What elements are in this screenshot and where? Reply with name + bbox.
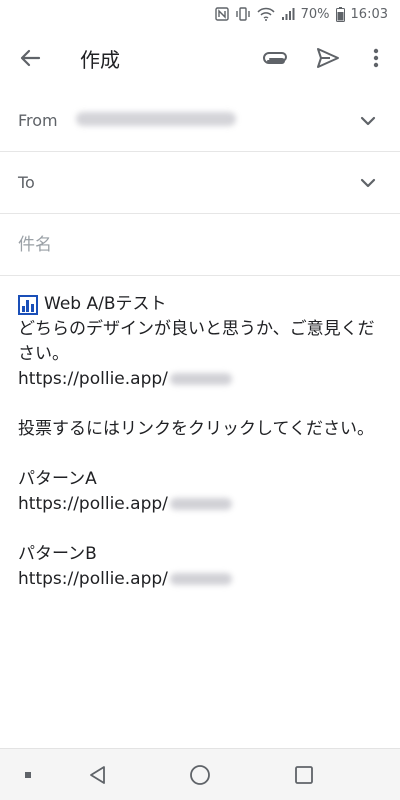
redacted-text xyxy=(169,373,232,385)
app-bar: 作成 xyxy=(0,28,400,88)
home-circle-icon[interactable] xyxy=(186,761,214,789)
body-request-text: どちらのデザインが良いと思うか、ご意見ください。 xyxy=(18,319,375,364)
overview-square-icon[interactable] xyxy=(290,761,318,789)
email-body[interactable]: Web A/Bテスト どちらのデザインが良いと思うか、ご意見ください。 http… xyxy=(18,292,384,592)
paperclip-icon[interactable] xyxy=(262,44,290,72)
redacted-text xyxy=(169,573,232,585)
from-address-redacted xyxy=(76,112,236,126)
vibrate-icon xyxy=(235,7,251,21)
recents-dot-icon[interactable] xyxy=(14,761,42,789)
subject-input[interactable] xyxy=(18,232,378,258)
subject-row xyxy=(0,214,400,276)
from-row[interactable]: From xyxy=(0,90,400,152)
pattern-b-link[interactable]: https://pollie.app/ xyxy=(18,567,384,592)
redacted-text xyxy=(169,498,232,510)
to-label: To xyxy=(18,173,35,192)
battery-icon xyxy=(335,6,345,22)
status-time: 16:03 xyxy=(350,6,388,22)
back-arrow-icon[interactable] xyxy=(14,42,46,74)
pattern-a-label: パターンA xyxy=(18,469,97,489)
to-row[interactable]: To xyxy=(0,152,400,214)
chevron-down-icon[interactable] xyxy=(356,109,380,133)
signal-icon xyxy=(281,7,295,21)
wifi-icon xyxy=(257,7,275,21)
nfc-icon xyxy=(214,7,229,21)
pattern-a-link[interactable]: https://pollie.app/ xyxy=(18,492,384,517)
battery-percent: 70% xyxy=(300,6,330,22)
system-nav-bar xyxy=(0,748,400,800)
bar-chart-icon xyxy=(18,294,38,315)
status-bar: 70% 16:03 xyxy=(0,0,400,28)
compose-screen: 70% 16:03 作成 From To 件名 Web A/Bテスト どちらのデ… xyxy=(0,0,400,800)
chevron-down-icon[interactable] xyxy=(356,171,380,195)
main-link[interactable]: https://pollie.app/ xyxy=(18,367,384,392)
send-icon[interactable] xyxy=(314,44,342,72)
pattern-b-label: パターンB xyxy=(18,544,97,564)
page-title: 作成 xyxy=(80,48,120,72)
back-triangle-icon[interactable] xyxy=(84,761,112,789)
more-vert-icon[interactable] xyxy=(362,44,390,72)
body-title-line: Web A/Bテスト xyxy=(18,292,384,317)
from-label: From xyxy=(18,111,58,130)
vote-instruction: 投票するにはリンクをクリックしてください。 xyxy=(18,419,374,439)
body-title: Web A/Bテスト xyxy=(44,294,167,314)
